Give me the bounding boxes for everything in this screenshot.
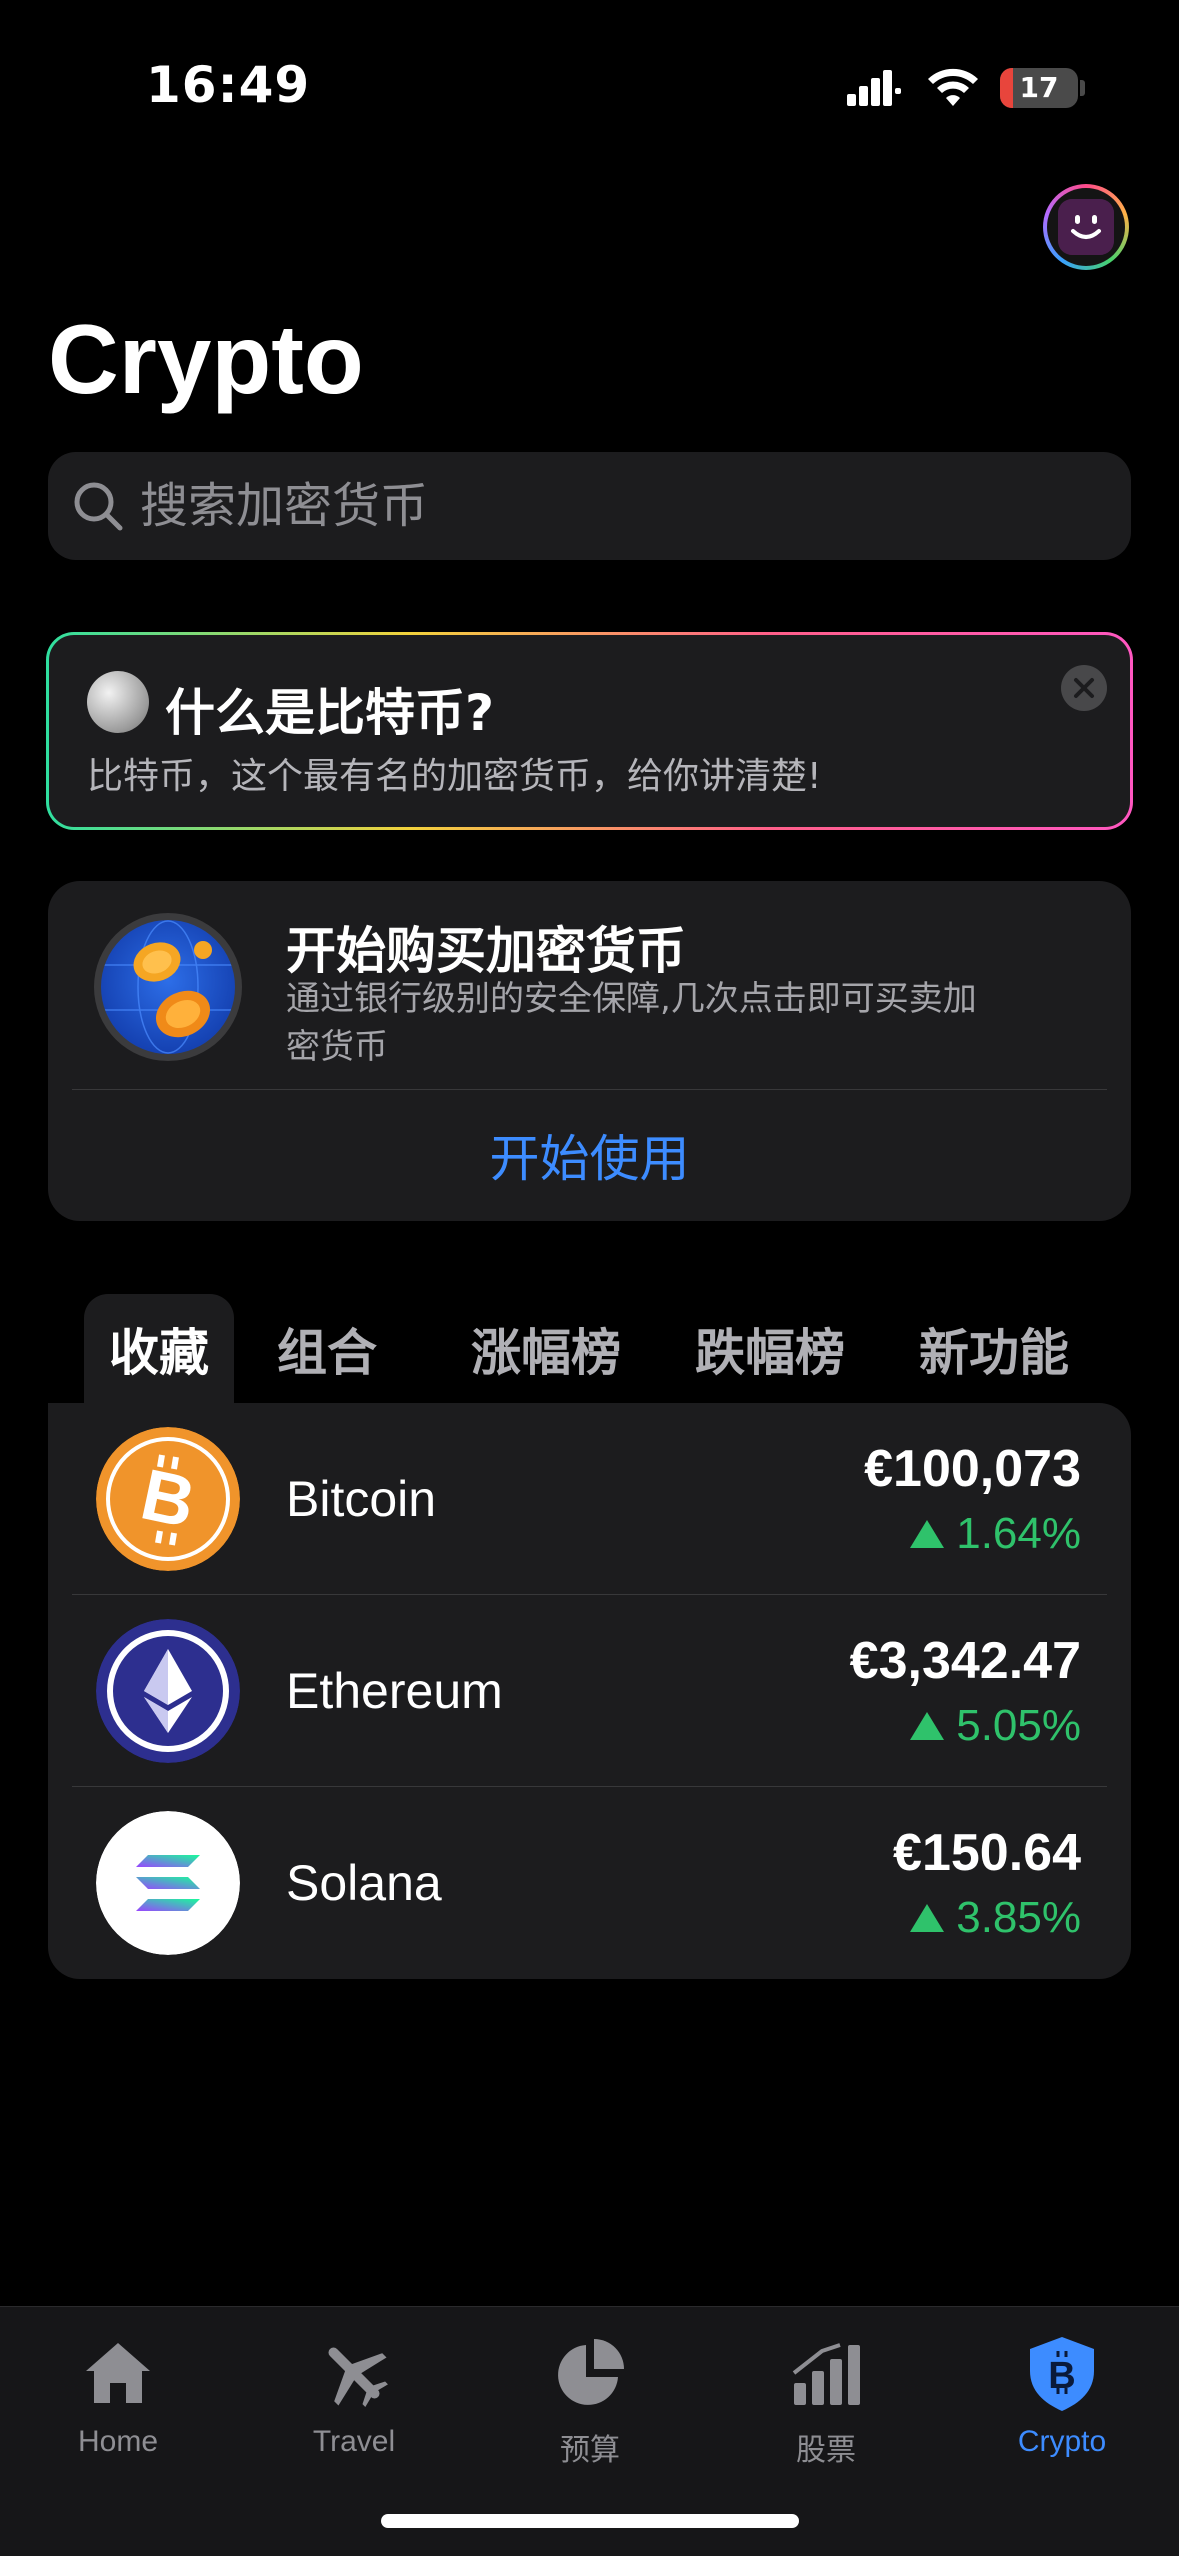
coin-name: Ethereum	[286, 1663, 503, 1719]
silver-coin-icon	[87, 671, 149, 733]
coin-change: 5.05%	[910, 1701, 1081, 1751]
tab-bar-crypto[interactable]: B Crypto	[944, 2325, 1179, 2475]
coin-name: Bitcoin	[286, 1471, 437, 1527]
up-arrow-icon	[910, 1712, 945, 1740]
bar-chart-icon	[792, 2343, 860, 2405]
home-indicator[interactable]	[381, 2514, 799, 2528]
coin-change-value: 1.64%	[956, 1509, 1081, 1558]
coin-row-ethereum[interactable]: Ethereum €3,342.47 5.05%	[48, 1595, 1131, 1787]
coin-name: Solana	[286, 1855, 442, 1911]
coin-row-bitcoin[interactable]: B Bitcoin €100,073 1.64%	[48, 1403, 1131, 1595]
status-time: 16:49	[146, 56, 311, 114]
coin-price: €150.64	[893, 1824, 1081, 1882]
close-button[interactable]	[1061, 665, 1107, 711]
coin-change-value: 5.05%	[956, 1701, 1081, 1750]
tab-top-losers[interactable]: 跌幅榜	[670, 1294, 870, 1404]
coin-list: B Bitcoin €100,073 1.64% Ethereum €3,342…	[48, 1403, 1131, 1979]
tab-bar-label: 股票	[796, 2434, 856, 2467]
coin-price: €3,342.47	[849, 1632, 1081, 1690]
tab-portfolio[interactable]: 组合	[272, 1294, 382, 1404]
buy-card-title: 开始购买加密货币	[286, 922, 686, 980]
tab-bar-stocks[interactable]: 股票	[708, 2325, 944, 2475]
status-bar: 16:49 17	[0, 0, 1179, 170]
tab-bar-travel[interactable]: Travel	[236, 2325, 472, 2475]
bitcoin-info-card[interactable]: 什么是比特币? 比特币，这个最有名的加密货币，给你讲清楚!	[46, 632, 1133, 830]
search-bar[interactable]	[48, 452, 1131, 560]
get-started-button[interactable]: 开始使用	[48, 1089, 1131, 1221]
coin-change: 3.85%	[910, 1893, 1081, 1943]
info-card-body: 什么是比特币? 比特币，这个最有名的加密货币，给你讲清楚!	[49, 635, 1130, 827]
bitcoin-shield-icon: B	[1030, 2337, 1094, 2411]
tab-bar-label: Home	[77, 2425, 159, 2458]
close-icon	[1074, 678, 1094, 698]
buy-crypto-card: 开始购买加密货币 通过银行级别的安全保障,几次点击即可买卖加密货币 开始使用	[48, 881, 1131, 1221]
battery-icon: 17	[1000, 68, 1078, 108]
up-arrow-icon	[910, 1520, 945, 1548]
ethereum-icon	[96, 1619, 240, 1763]
info-card-subtitle: 比特币，这个最有名的加密货币，给你讲清楚!	[87, 756, 822, 797]
globe-icon	[101, 920, 235, 1054]
coin-row-solana[interactable]: Solana €150.64 3.85%	[48, 1787, 1131, 1979]
tab-favorites[interactable]: 收藏	[84, 1294, 234, 1404]
coins-icon	[101, 920, 235, 1054]
buy-card-description: 通过银行级别的安全保障,几次点击即可买卖加密货币	[286, 979, 977, 1067]
tab-bar-label: 预算	[560, 2434, 620, 2467]
tab-bar-label: Crypto	[1017, 2425, 1107, 2458]
tab-top-gainers[interactable]: 涨幅榜	[446, 1294, 646, 1404]
info-card-title: 什么是比特币?	[165, 684, 495, 742]
up-arrow-icon	[910, 1904, 945, 1932]
battery-tip	[1080, 80, 1085, 96]
search-icon	[74, 482, 123, 531]
airplane-icon	[328, 2347, 388, 2407]
smiley-face-icon	[1058, 199, 1114, 255]
wifi-icon	[928, 68, 978, 106]
tab-new-features[interactable]: 新功能	[894, 1294, 1094, 1404]
list-tabs: 收藏 组合 涨幅榜 跌幅榜 新功能	[48, 1294, 1131, 1404]
house-icon	[86, 2343, 150, 2403]
battery-percentage: 17	[1019, 71, 1059, 104]
tab-bar-label: Travel	[312, 2425, 396, 2458]
coin-price: €100,073	[864, 1440, 1081, 1498]
svg-text:B: B	[1048, 2355, 1075, 2397]
page-title: Crypto	[48, 304, 364, 414]
cellular-signal-icon	[847, 70, 901, 106]
profile-avatar-button[interactable]	[1043, 184, 1129, 270]
search-input[interactable]	[140, 452, 1100, 560]
tab-bar-home[interactable]: Home	[0, 2325, 236, 2475]
avatar-frame	[1047, 188, 1125, 266]
coin-change-value: 3.85%	[956, 1893, 1081, 1942]
solana-icon	[96, 1811, 240, 1955]
globe-coins-illustration	[94, 913, 242, 1061]
pie-chart-icon	[558, 2339, 624, 2405]
bitcoin-icon: B	[96, 1427, 240, 1571]
tab-bar-budget[interactable]: 预算	[472, 2325, 708, 2475]
coin-change: 1.64%	[910, 1509, 1081, 1559]
